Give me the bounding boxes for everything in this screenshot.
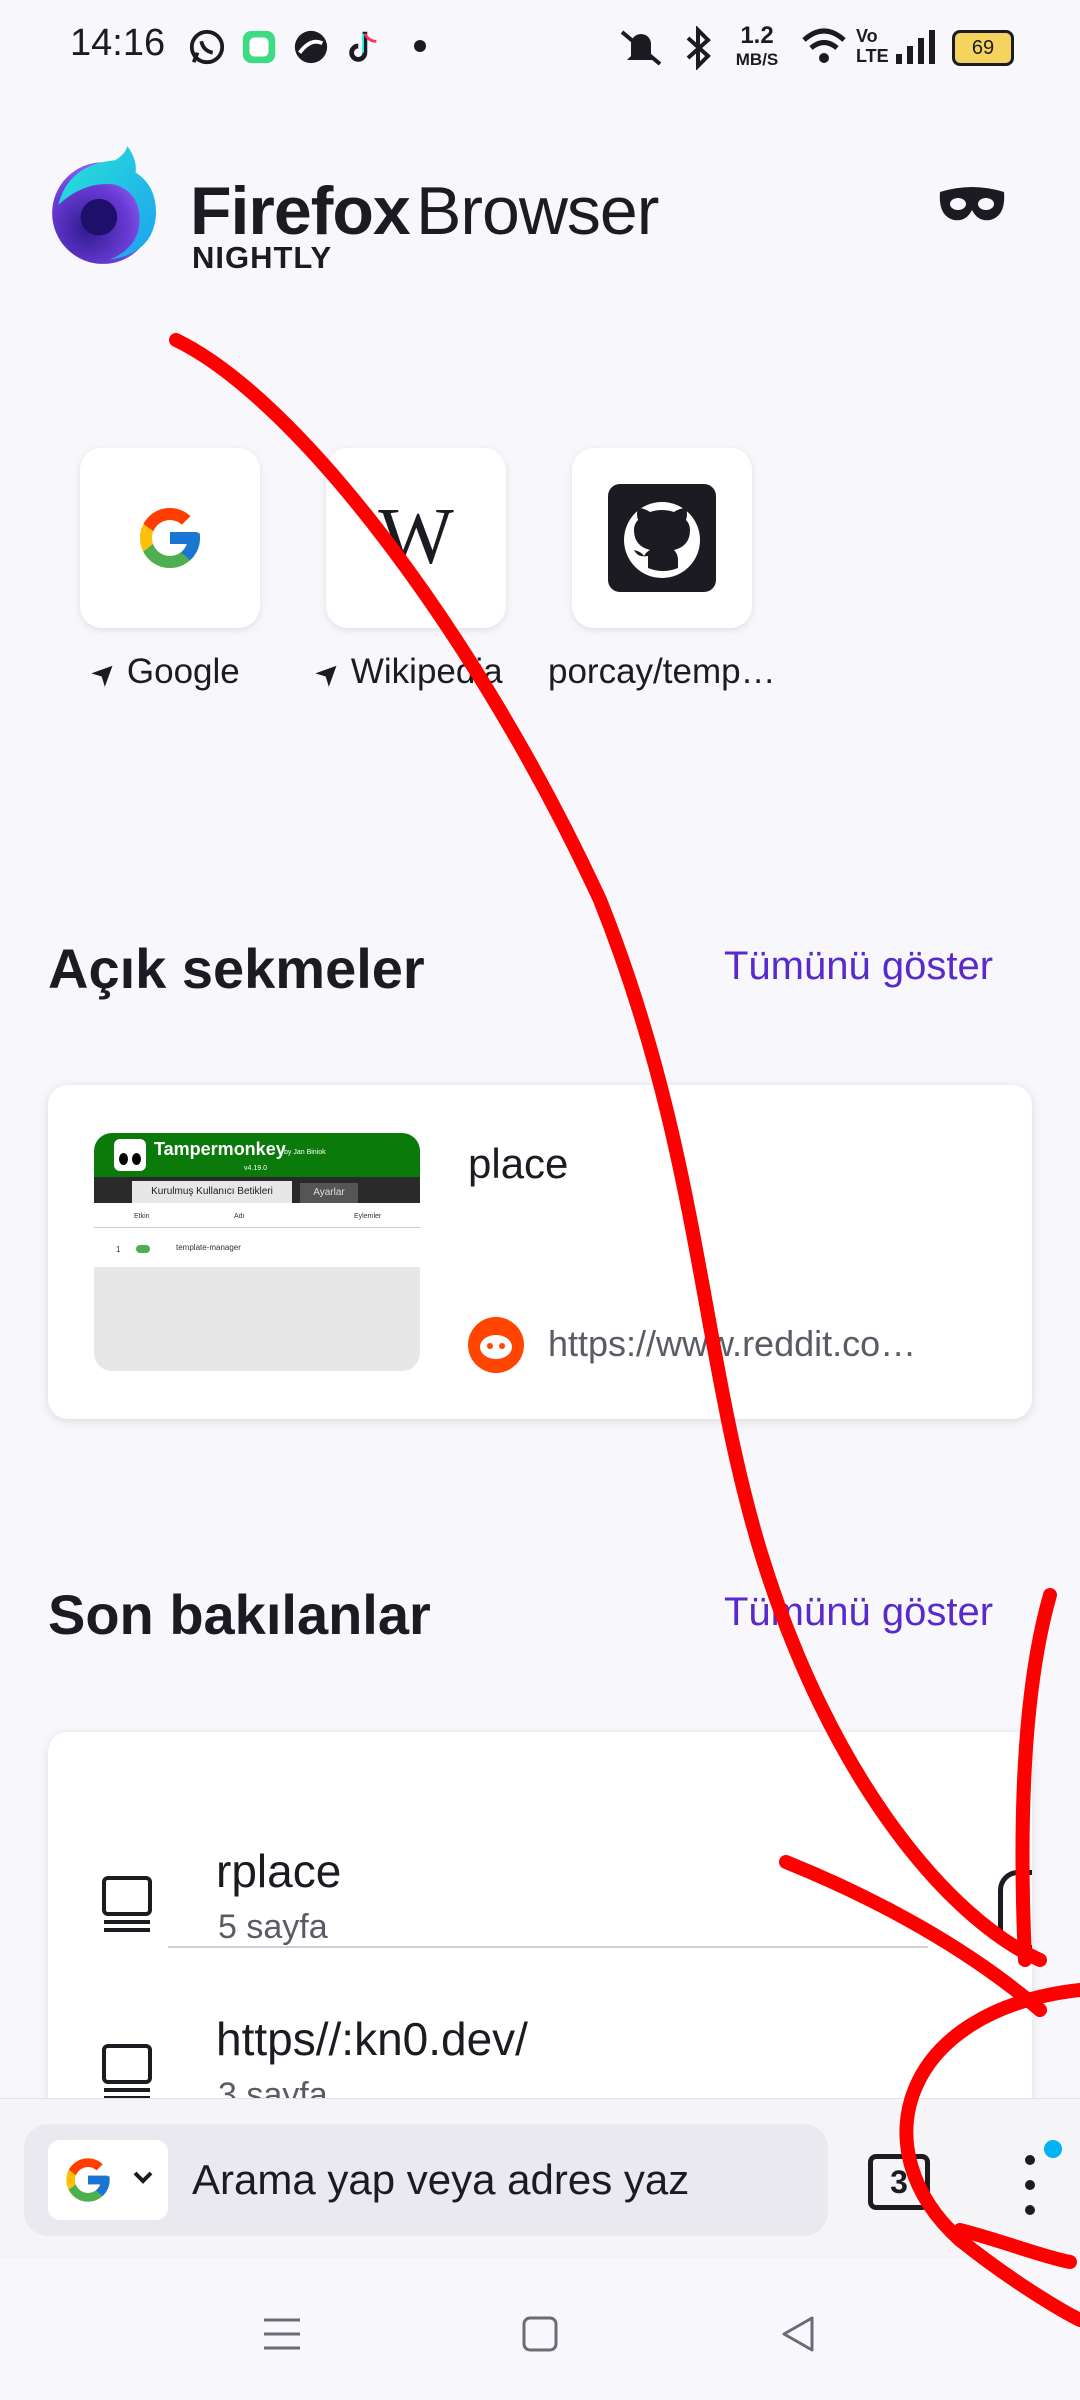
recent-apps-icon[interactable] [258,2310,306,2358]
tab-group-icon [102,2044,152,2100]
chevron-down-icon [133,2171,153,2184]
thumbnail-row-name: template-manager [176,1243,241,1252]
menu-button-icon[interactable] [1010,2150,1050,2220]
thumbnail-col-actions: Eylemler [354,1213,382,1220]
app-icon [294,30,328,64]
open-tab-url: https://www.reddit.co… [548,1323,917,1364]
thumbnail-col-name: Adı [234,1213,245,1220]
shortcut-wikipedia[interactable]: W [326,448,506,628]
recent-item-title: rplace [216,1845,342,1897]
mute-icon [620,30,662,66]
tiktok-icon [349,31,377,62]
pin-icon: ➤ [308,652,350,695]
shortcut-google[interactable] [80,448,260,628]
network-speed: 1.2 MB/S [735,22,779,70]
open-tab-title: place [468,1140,569,1187]
back-icon[interactable] [774,2310,822,2358]
brand-browser: Browser [416,173,659,249]
reddit-icon [468,1317,524,1373]
recent-card: rplace 5 sayfa https//:kn0.dev/ 3 sayfa [48,1732,1032,2132]
thumbnail-byline: by Jan Biniok [284,1149,326,1156]
brand-firefox: Firefox [190,173,411,249]
recent-show-all-link[interactable]: Tümünü göster [724,1590,993,1635]
thumbnail-version: v4.19.0 [244,1165,267,1172]
github-icon [608,484,716,592]
firefox-nightly-logo [52,146,157,264]
recent-divider [168,1946,928,1948]
open-tab-card[interactable]: Tampermonkey by Jan Biniok v4.19.0 Kurul… [48,1085,1032,1419]
shortcut-label-wikipedia: ➤ Wikipedia [308,652,503,695]
notification-dot [414,40,426,52]
tab-group-icon [102,1876,152,1932]
thumbnail-col-enabled: Etkin [134,1213,150,1220]
tampermonkey-icon [114,1139,146,1171]
thumbnail-tab-installed: Kurulmuş Kullanıcı Betikleri [132,1181,292,1203]
open-tabs-title: Açık sekmeler [48,937,425,1000]
messages-icon [242,30,276,64]
thumbnail-tab-settings: Ayarlar [300,1183,358,1203]
menu-notification-dot [1044,2140,1062,2158]
open-tabs-show-all-link[interactable]: Tümünü göster [724,944,993,989]
google-icon [140,508,200,568]
thumbnail-row-num: 1 [116,1245,121,1254]
shortcut-label-github: porcay/temp… [548,652,776,691]
brand-nightly: NIGHTLY [192,240,333,275]
pin-icon: ➤ [84,652,126,695]
recent-item-title: https//:kn0.dev/ [216,2013,528,2065]
tab-thumbnail: Tampermonkey by Jan Biniok v4.19.0 Kurul… [94,1133,420,1371]
status-time: 14:16 [70,22,166,64]
status-bar: 14:16 1.2 MB/S Vo LTE 69 [0,0,1080,96]
shortcut-label-google: ➤ Google [84,652,240,695]
recent-title: Son bakılanlar [48,1583,431,1646]
more-options-icon[interactable] [998,1870,1032,1950]
search-input-placeholder[interactable]: Arama yap veya adres yaz [192,2156,689,2204]
recent-item-subtitle: 5 sayfa [218,1908,328,1946]
tabs-counter-button[interactable]: 3 [868,2154,930,2210]
search-engine-selector[interactable] [48,2140,168,2220]
private-browsing-mask-icon[interactable] [936,184,1008,226]
battery-indicator: 69 [952,30,1014,66]
thumbnail-brand: Tampermonkey [154,1139,286,1159]
home-icon[interactable] [516,2310,564,2358]
bluetooth-icon [686,26,711,70]
wifi-icon [802,28,846,63]
recent-item[interactable]: rplace 5 sayfa [48,1826,1032,1986]
volte-label: Vo LTE [856,26,889,66]
wikipedia-icon: W [378,493,454,581]
google-icon [66,2158,110,2202]
thumbnail-toggle [136,1245,150,1253]
signal-icon [896,30,935,64]
shortcut-github[interactable] [572,448,752,628]
whatsapp-icon [189,29,225,65]
